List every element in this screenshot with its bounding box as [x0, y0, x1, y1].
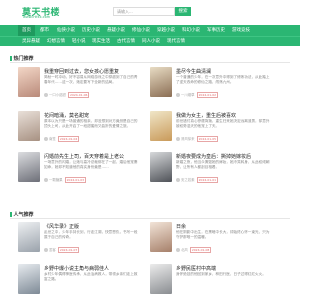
- book-desc: 原本以为只是一场普通的相亲，却没想到对方竟然是自己的顶头上司，从此开启了一段甜蜜…: [44, 119, 138, 128]
- main-nav: 首页 都市 仙侠小说 历史小说 悬疑小说 修仙小说 穿越小说 科幻小说 军事历史…: [0, 25, 300, 36]
- book-date: 2024-01-07: [57, 247, 80, 253]
- book-desc: 前世错付真心惨遭背叛，重生归来她决定远离渣男，却意外被权势滔天的他宠上了天。: [176, 119, 270, 128]
- nav-item[interactable]: 轻小说: [72, 37, 86, 47]
- section-title-hot: 热门推荐: [10, 55, 34, 62]
- avatar: [44, 93, 48, 97]
- book-date: 2024-01-05: [196, 136, 219, 142]
- nav-item[interactable]: 游戏竞技: [232, 25, 250, 36]
- avatar: [44, 178, 48, 182]
- book-desc: 身怀绝技的他回到家乡，种田行医，日子过得红红火火。: [176, 272, 266, 276]
- nav-item[interactable]: 悬疑小说: [107, 25, 125, 36]
- book-title[interactable]: 我重穿回到过去，您女孩心愿重复: [44, 68, 144, 75]
- book-author: 一口小甜甜: [49, 93, 66, 97]
- book-author: 一川烟草: [181, 93, 195, 97]
- book-title[interactable]: 闪婚前先生上司，百天穿着是上老公: [44, 153, 144, 160]
- search-input[interactable]: 请输入...: [113, 7, 175, 16]
- book-author: 清风徐来: [181, 137, 195, 141]
- sub-nav: 灵异悬疑 幻想言情 轻小说 现实生活 古代言情 同人小说 现代言情: [0, 36, 300, 46]
- book-desc: 乱世之中，少年手持长剑，行走江湖，快意恩仇，书写一段属于自己的传奇。: [44, 230, 138, 239]
- site-header: 莫天书楼 www.lrtfxx.com 请输入... 搜索: [0, 0, 300, 22]
- book-author: 一颗糖果: [49, 178, 63, 182]
- book-meta: 一颗糖果 2024-01-03: [44, 177, 87, 183]
- book-author: 北风: [181, 248, 188, 252]
- nav-item-home[interactable]: 首页: [18, 25, 35, 36]
- avatar: [176, 248, 180, 252]
- divider: [10, 218, 290, 219]
- nav-item[interactable]: 军事历史: [207, 25, 225, 36]
- book-desc: 乡村少年偶得神医传承，从此治病救人，带领乡亲们走上致富之路。: [44, 272, 138, 281]
- book-title[interactable]: 乡野中爆小说主角与病弱佳人: [44, 265, 144, 272]
- nav-item[interactable]: 历史小说: [82, 25, 100, 36]
- book-cover[interactable]: [18, 264, 40, 294]
- book-meta: 清风徐来 2024-01-05: [176, 136, 219, 142]
- book-cover[interactable]: [150, 222, 172, 252]
- book-title[interactable]: 《风华录》正版: [44, 223, 144, 230]
- book-cover[interactable]: [150, 152, 172, 182]
- nav-item[interactable]: 幻想言情: [47, 37, 65, 47]
- book-meta: 南笙 2024-01-04: [44, 136, 80, 142]
- book-cover[interactable]: [18, 152, 40, 182]
- book-meta: 墨客 2024-01-07: [44, 247, 80, 253]
- nav-item[interactable]: 穿越小说: [157, 25, 175, 36]
- book-author: 墨客: [49, 248, 56, 252]
- book-title[interactable]: 新婚夜要成为皇后：撕掉她嫁妆后: [176, 153, 276, 160]
- nav-item[interactable]: 修仙小说: [132, 25, 150, 36]
- avatar: [44, 248, 48, 252]
- avatar: [176, 137, 180, 141]
- book-meta: 一川烟草 2024-01-02: [176, 92, 219, 98]
- book-cover[interactable]: [150, 67, 172, 97]
- book-meta: 北风 2024-01-08: [176, 247, 212, 253]
- site-url: www.lrtfxx.com: [23, 15, 51, 19]
- book-cover[interactable]: [150, 264, 172, 294]
- nav-item[interactable]: 科幻小说: [182, 25, 200, 36]
- nav-item[interactable]: 都市: [40, 25, 49, 36]
- book-meta: 安之若素 2024-01-01: [176, 177, 219, 183]
- book-title[interactable]: 花间暗涌，莫名甜宠: [44, 112, 144, 119]
- book-cover[interactable]: [18, 222, 40, 252]
- section-title-other: 人气推荐: [10, 211, 34, 218]
- nav-item[interactable]: 灵异悬疑: [22, 37, 40, 47]
- nav-item[interactable]: 现实生活: [92, 37, 110, 47]
- book-title[interactable]: 墨尽今生曲清澜: [176, 68, 276, 75]
- nav-item[interactable]: 同人小说: [142, 37, 160, 47]
- avatar: [176, 93, 180, 97]
- book-desc: 一场意外的闪婚，让她与高冷总裁绑在了一起，婚后他宠妻如命，她却不知道他的真实身份…: [44, 160, 138, 169]
- book-author: 安之若素: [181, 178, 195, 182]
- book-date: 2024-01-02: [196, 92, 219, 98]
- book-date: 2024-01-03: [64, 177, 87, 183]
- book-date: 2024-01-04: [57, 136, 80, 142]
- avatar: [176, 178, 180, 182]
- divider: [10, 62, 290, 63]
- nav-item[interactable]: 古代言情: [117, 37, 135, 47]
- book-cover[interactable]: [18, 111, 40, 141]
- book-desc: 新婚之夜，他当众撕毁她的嫁妆，她冷笑转身，从此权倾朝野，让所有人都刮目相看。: [176, 160, 270, 169]
- book-title[interactable]: 乡野民医村中高端: [176, 265, 276, 272]
- avatar: [44, 137, 48, 141]
- book-date: 2024-01-08: [189, 247, 212, 253]
- book-author: 南笙: [49, 137, 56, 141]
- nav-item[interactable]: 仙侠小说: [57, 25, 75, 36]
- book-title[interactable]: 我做为女主，重生后被喜欢: [176, 112, 276, 119]
- book-date: 2024-01-06: [68, 92, 90, 98]
- book-date: 2024-01-01: [196, 177, 219, 183]
- book-desc: 简秋一时冲动，好不容易从网络游戏之中穿越到了自己的青春年代……这一次，她定要写下…: [44, 75, 138, 84]
- book-meta: 一口小甜甜 2024-01-06: [44, 92, 90, 98]
- book-cover[interactable]: [150, 111, 172, 141]
- book-desc: 他在阴影中出生，在黑暗中长大，却始终心怀一束光，只为守护那唯一的温暖。: [176, 230, 270, 239]
- search-button[interactable]: 搜索: [175, 7, 191, 16]
- book-title[interactable]: 日余: [176, 223, 276, 230]
- book-cover[interactable]: [18, 67, 40, 97]
- nav-item[interactable]: 现代言情: [167, 37, 185, 47]
- book-desc: 一个普通的少年，在一次意外中得到了修炼功法，从此踏上了逆天改命的修仙之路，闯荡九…: [176, 75, 270, 84]
